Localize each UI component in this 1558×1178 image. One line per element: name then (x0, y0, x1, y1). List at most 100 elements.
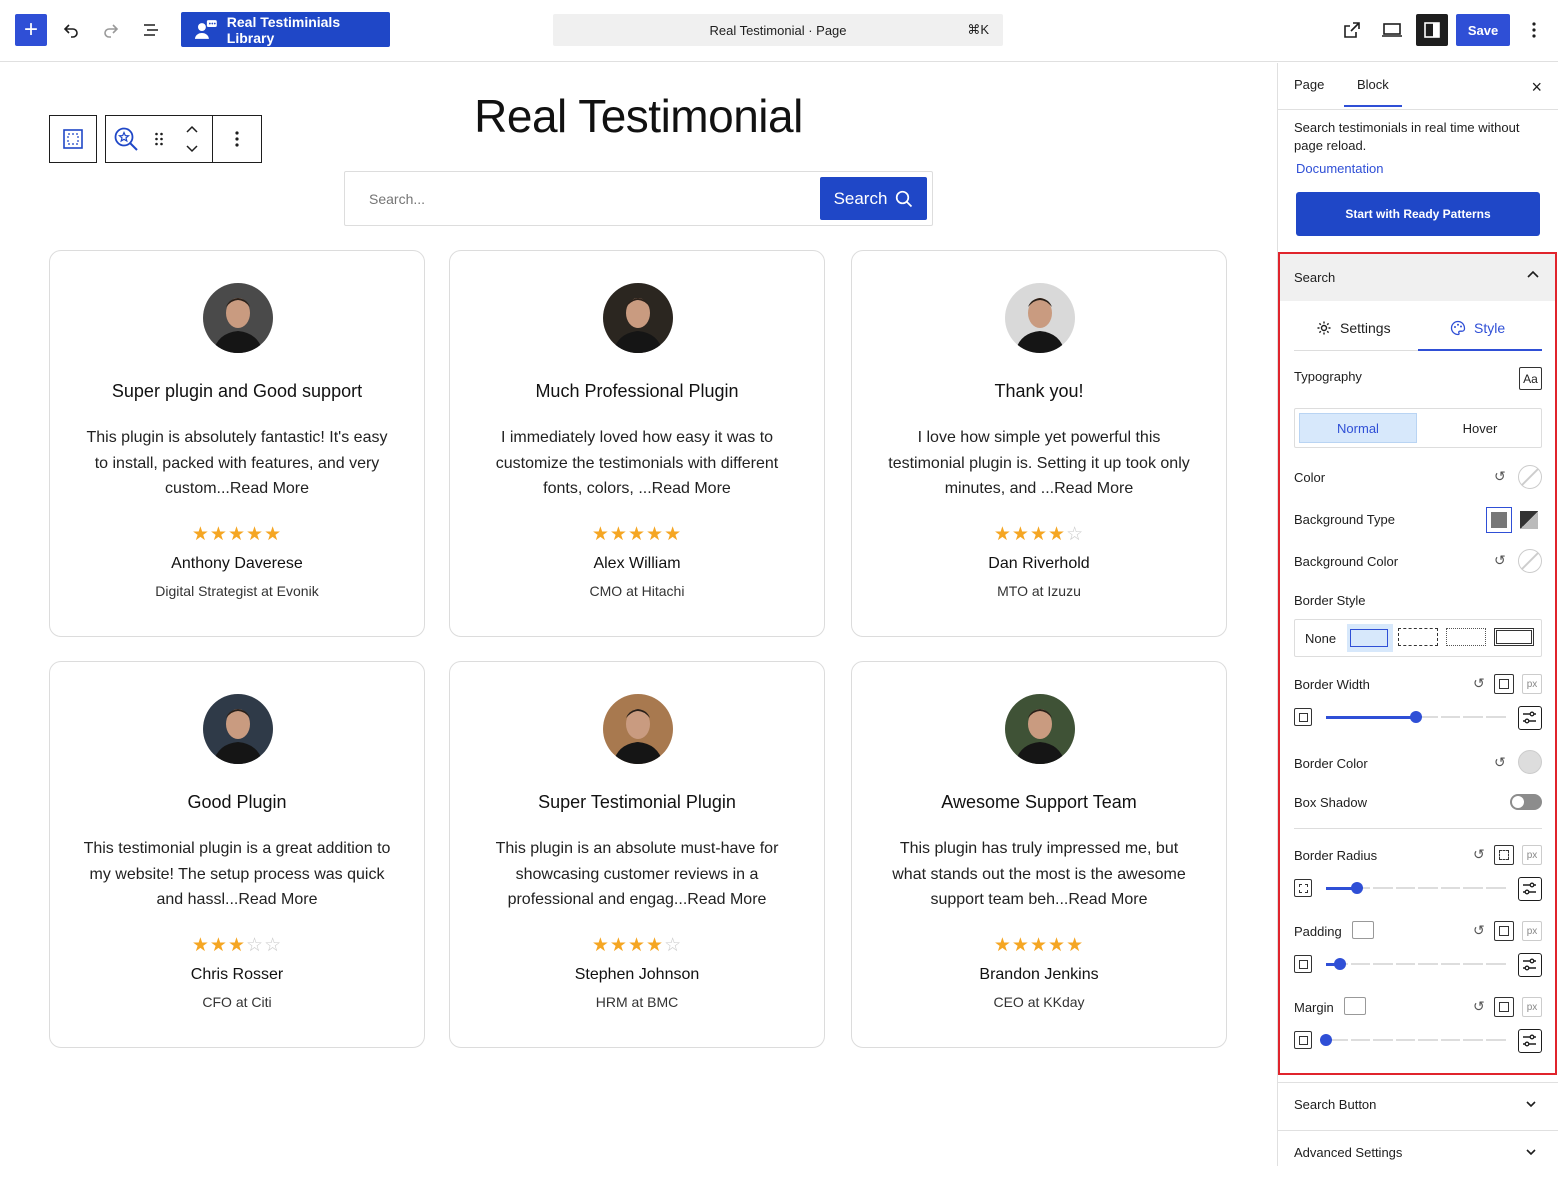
chevron-down-icon (1526, 1101, 1536, 1108)
testimonial-text: This plugin is absolutely fantastic! It'… (86, 429, 388, 497)
star-filled-icon: ★ (664, 524, 683, 545)
search-button-panel[interactable]: Search Button (1278, 1082, 1558, 1130)
star-rating: ★★★★★ (852, 934, 1226, 957)
testimonial-title: Super plugin and Good support (111, 381, 363, 401)
star-filled-icon: ★ (264, 524, 283, 545)
block-description: Search testimonials in real time without… (1294, 120, 1520, 153)
testimonial-card: Much Professional Plugin I immediately lo… (449, 250, 825, 637)
reviewer-role: CMO at Hitachi (589, 583, 685, 599)
options-menu-icon[interactable] (1518, 14, 1550, 46)
star-filled-icon: ★ (591, 524, 610, 545)
testimonial-text: This testimonial plugin is a great addit… (83, 840, 391, 908)
star-filled-icon: ★ (591, 935, 610, 956)
avatar (203, 694, 273, 764)
document-overview-icon[interactable] (135, 14, 167, 46)
star-filled-icon: ★ (227, 524, 247, 545)
star-filled-icon: ★ (246, 524, 265, 545)
search-button[interactable]: Search (820, 177, 927, 220)
star-rating: ★★★★☆ (450, 934, 824, 957)
reviewer-name: Alex William (593, 555, 681, 572)
testimonial-text: I immediately loved how easy it was to c… (495, 429, 779, 497)
search-input[interactable] (345, 172, 815, 225)
library-user-icon (194, 19, 217, 39)
reviewer-name: Dan Riverhold (988, 555, 1090, 572)
sidebar-tabs: Page Block × (1278, 63, 1558, 110)
save-button[interactable]: Save (1456, 14, 1510, 46)
star-filled-icon: ★ (646, 524, 665, 545)
drag-handle-icon[interactable] (146, 116, 172, 162)
star-filled-icon: ★ (209, 524, 228, 545)
star-empty-icon: ☆ (264, 935, 283, 956)
search-icon (896, 190, 913, 207)
block-controls-segment (105, 115, 262, 163)
reviewer-name: Chris Rosser (190, 966, 284, 983)
library-button-label: Real Testiminials Library (226, 13, 341, 46)
star-filled-icon: ★ (627, 935, 647, 956)
move-up-down-icon[interactable] (172, 116, 212, 162)
command-palette-bar[interactable]: Real Testimonial · Page ⌘K (553, 14, 1003, 46)
block-options-icon[interactable] (213, 116, 261, 162)
select-parent-icon[interactable] (50, 116, 96, 162)
testimonial-title: Super Testimonial Plugin (538, 792, 736, 812)
highlight-outline (1278, 252, 1557, 1075)
block-toolbar (49, 115, 262, 163)
star-filled-icon: ★ (609, 935, 628, 956)
star-filled-icon: ★ (191, 524, 210, 545)
avatar (603, 694, 673, 764)
search-block-icon[interactable] (106, 116, 146, 162)
view-page-icon[interactable] (1336, 14, 1368, 46)
star-filled-icon: ★ (227, 935, 247, 956)
star-filled-icon: ★ (1011, 935, 1030, 956)
shortcut-hint: ⌘K (967, 22, 989, 37)
star-filled-icon: ★ (1029, 524, 1049, 545)
star-filled-icon: ★ (1066, 935, 1085, 956)
star-rating: ★★★★☆ (852, 523, 1226, 546)
testimonial-text: This plugin has truly impressed me, but … (892, 840, 1186, 908)
close-icon[interactable]: × (1531, 77, 1542, 98)
testimonial-title: Good Plugin (187, 792, 287, 812)
document-title: Real Testimonial · Page (709, 22, 847, 38)
star-filled-icon: ★ (1048, 524, 1067, 545)
testimonial-card: Super Testimonial Plugin This plugin is a… (449, 661, 825, 1048)
testimonial-card: Awesome Support Team This plugin has trul… (851, 661, 1227, 1048)
star-rating: ★★★☆☆ (50, 934, 424, 957)
editor-top-bar: + Real Testiminials Library Real Testimo… (0, 0, 1558, 62)
settings-sidebar-icon[interactable] (1416, 14, 1448, 46)
advanced-settings-panel[interactable]: Advanced Settings (1278, 1130, 1558, 1178)
tab-page[interactable]: Page (1294, 77, 1324, 92)
avatar (1005, 694, 1075, 764)
add-block-button[interactable]: + (15, 14, 47, 46)
reviewer-role: CEO at KKday (993, 994, 1085, 1010)
star-rating: ★★★★★ (50, 523, 424, 546)
star-empty-icon: ☆ (664, 935, 683, 956)
testimonial-search-block: Search (344, 171, 933, 226)
testimonial-title: Awesome Support Team (941, 792, 1137, 812)
star-rating: ★★★★★ (450, 523, 824, 546)
testimonial-title: Thank you! (994, 381, 1084, 401)
star-filled-icon: ★ (993, 524, 1012, 545)
ready-patterns-button[interactable]: Start with Ready Patterns (1296, 192, 1540, 236)
star-filled-icon: ★ (646, 935, 665, 956)
block-parent-segment (49, 115, 97, 163)
star-empty-icon: ☆ (246, 935, 265, 956)
documentation-link[interactable]: Documentation (1296, 161, 1383, 176)
preview-device-icon[interactable] (1376, 14, 1408, 46)
avatar (603, 283, 673, 353)
chevron-down-icon (1526, 1149, 1536, 1156)
advanced-settings-title: Advanced Settings (1294, 1145, 1403, 1160)
reviewer-role: MTO at Izuzu (997, 583, 1081, 599)
star-filled-icon: ★ (993, 935, 1012, 956)
testimonials-library-button[interactable]: Real Testiminials Library (181, 12, 390, 47)
avatar (1005, 283, 1075, 353)
star-filled-icon: ★ (209, 935, 228, 956)
star-empty-icon: ☆ (1066, 524, 1085, 545)
testimonial-text: This plugin is an absolute must-have for… (495, 840, 779, 908)
tab-block[interactable]: Block (1344, 77, 1402, 107)
editor-canvas: Real Testimonial Search... Search Super … (0, 63, 1277, 1166)
testimonial-title: Much Professional Plugin (535, 381, 739, 401)
star-filled-icon: ★ (191, 935, 210, 956)
testimonial-card: Thank you! I love how simple yet powerful… (851, 250, 1227, 637)
redo-icon[interactable] (95, 14, 127, 46)
undo-icon[interactable] (55, 14, 87, 46)
testimonial-card: Super plugin and Good support This plugin… (49, 250, 425, 637)
